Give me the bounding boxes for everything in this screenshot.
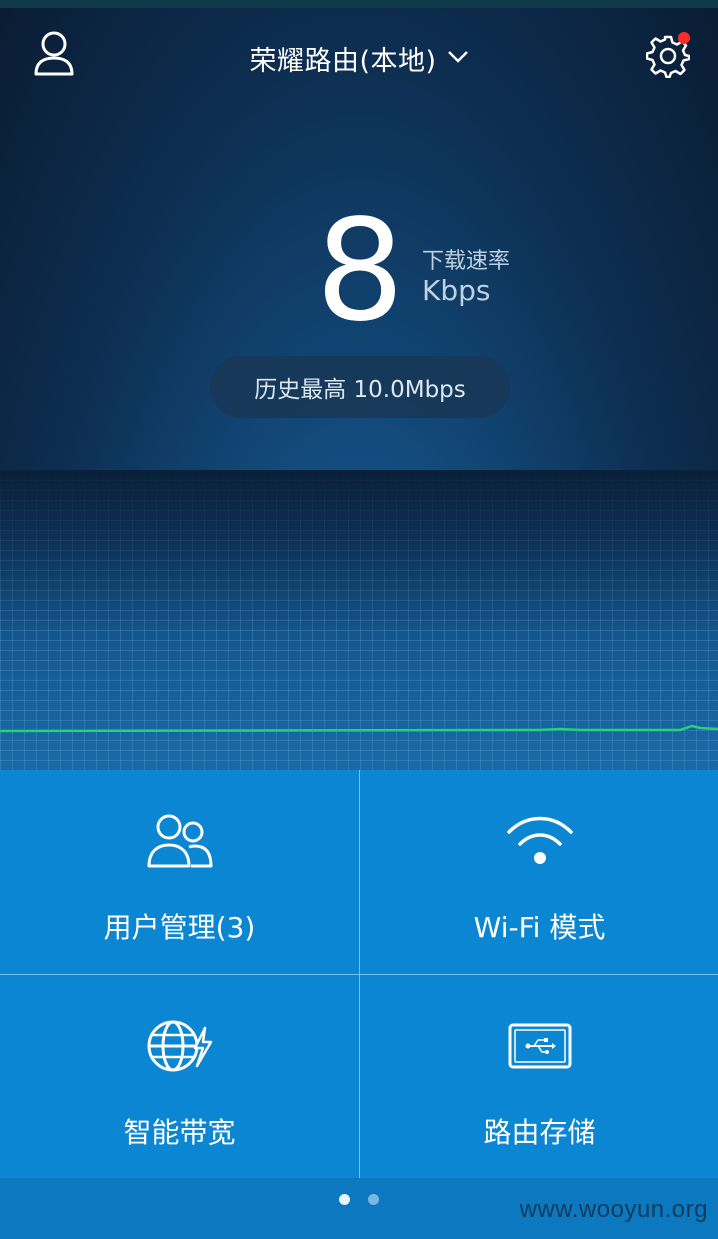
tile-router-storage[interactable]: 路由存储	[360, 975, 718, 1179]
page-title: 荣耀路由(本地)	[249, 45, 437, 77]
tile-label: Wi-Fi 模式	[473, 911, 606, 944]
tile-label: 路由存储	[483, 1116, 596, 1149]
notification-dot	[678, 32, 690, 44]
settings-button[interactable]	[640, 30, 696, 86]
download-speed-unit: Kbps	[422, 274, 491, 307]
users-icon	[145, 806, 215, 876]
tile-wifi-mode[interactable]: Wi-Fi 模式	[360, 770, 718, 974]
wifi-icon	[505, 806, 575, 876]
tile-label: 用户管理(3)	[103, 911, 256, 944]
watermark: www.wooyun.org	[519, 1196, 708, 1223]
status-strip	[0, 0, 718, 8]
router-app-screen: 荣耀路由(本地) 8 下载速率 Kbps 历史最高 10.0Mbps 用户管理(…	[0, 0, 718, 1239]
tile-user-management[interactable]: 用户管理(3)	[0, 770, 359, 974]
chevron-down-icon	[447, 49, 469, 68]
traffic-line	[0, 724, 718, 733]
history-peak-badge: 历史最高 10.0Mbps	[210, 356, 510, 418]
download-speed-label: 下载速率	[422, 249, 511, 274]
globe-bolt-icon	[145, 1011, 215, 1081]
speed-dashboard: 荣耀路由(本地) 8 下载速率 Kbps 历史最高 10.0Mbps	[0, 0, 718, 770]
tile-label: 智能带宽	[123, 1116, 236, 1149]
page-dot-active[interactable]	[339, 1194, 350, 1205]
download-speed-value: 8	[315, 190, 405, 353]
feature-grid: 用户管理(3) Wi-Fi 模式 智能带宽 路由存储	[0, 770, 718, 1178]
history-peak-text: 历史最高 10.0Mbps	[254, 377, 466, 403]
page-indicator-bar: www.wooyun.org	[0, 1178, 718, 1239]
page-dot[interactable]	[368, 1194, 379, 1205]
tile-smart-bandwidth[interactable]: 智能带宽	[0, 975, 359, 1179]
usb-storage-icon	[508, 1011, 572, 1081]
router-selector[interactable]: 荣耀路由(本地)	[0, 36, 718, 80]
